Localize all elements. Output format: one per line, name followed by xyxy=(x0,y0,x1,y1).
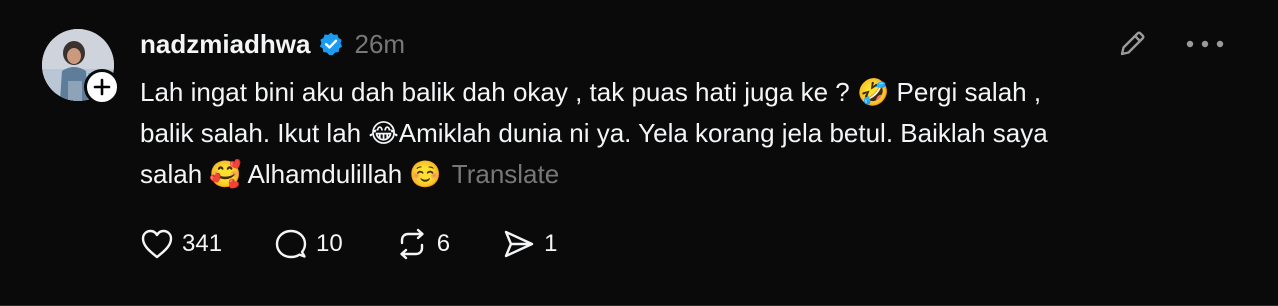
heart-icon xyxy=(141,229,173,259)
like-button[interactable]: 341 xyxy=(140,228,222,260)
avatar-container[interactable] xyxy=(42,29,120,105)
post-text-line-2: balik salah. Ikut lah 😂Amiklah dunia ni … xyxy=(140,118,1048,148)
username[interactable]: nadzmiadhwa xyxy=(140,29,310,60)
post-timestamp: 26m xyxy=(354,28,406,59)
verified-badge-icon xyxy=(318,31,344,57)
repost-icon xyxy=(400,228,424,260)
post-text-line-1: Lah ingat bini aku dah balik dah okay , … xyxy=(140,77,1042,107)
post-text-line-3: salah 🥰 Alhamdulillah ☺️ xyxy=(140,159,442,189)
share-count: 1 xyxy=(544,230,558,257)
repost-button[interactable]: 6 xyxy=(395,228,450,260)
reply-button[interactable]: 10 xyxy=(274,228,343,260)
like-count: 341 xyxy=(182,230,223,257)
share-button[interactable]: 1 xyxy=(502,228,557,260)
post-actions: 341 10 6 1 xyxy=(140,224,609,264)
send-icon xyxy=(504,230,534,258)
translate-link[interactable]: Translate xyxy=(452,159,559,189)
reply-count: 10 xyxy=(316,230,343,257)
plus-icon xyxy=(93,78,111,96)
post-text-line-3-wrap: salah 🥰 Alhamdulillah ☺️ Translate xyxy=(140,154,1220,195)
pencil-icon[interactable] xyxy=(1114,26,1150,62)
thread-post: nadzmiadhwa 26m Lah ingat bini aku dah b… xyxy=(0,0,1278,306)
follow-button[interactable] xyxy=(84,69,120,105)
comment-icon xyxy=(275,229,307,259)
repost-count: 6 xyxy=(436,230,451,257)
more-horizontal-icon[interactable] xyxy=(1184,28,1226,60)
post-header: nadzmiadhwa 26m xyxy=(140,28,405,60)
post-body: Lah ingat bini aku dah balik dah okay , … xyxy=(140,72,1220,195)
